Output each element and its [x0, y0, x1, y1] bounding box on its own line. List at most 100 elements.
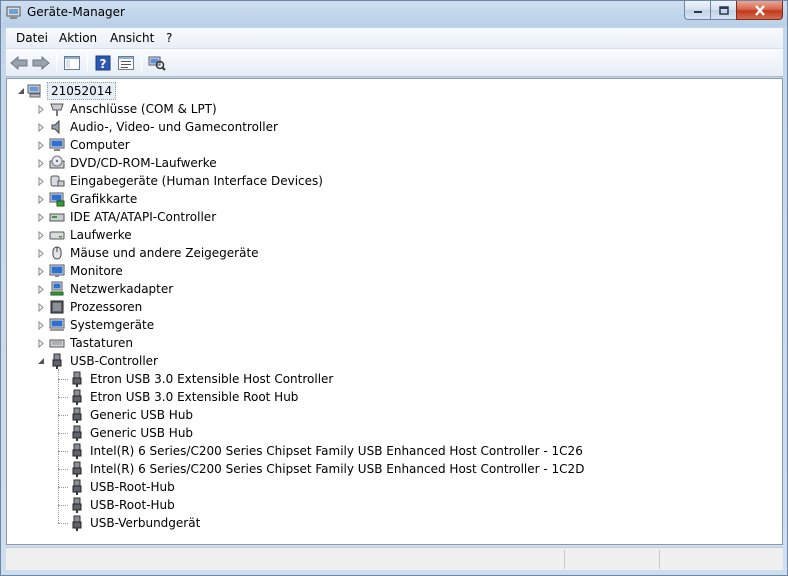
scan-hardware-button[interactable]	[147, 53, 167, 73]
maximize-button[interactable]	[710, 1, 737, 20]
tree-category[interactable]: Audio-, Video- und Gamecontroller	[49, 118, 279, 136]
collapsed-triangle-icon[interactable]	[37, 141, 46, 150]
scan-hardware-changes-icon	[148, 56, 166, 71]
usb-device[interactable]: USB-Verbundgerät	[69, 514, 201, 532]
usb-device-label: USB-Root-Hub	[90, 480, 175, 494]
tree-category[interactable]: Laufwerke	[49, 226, 133, 244]
close-button[interactable]	[736, 1, 783, 20]
menu-bar: Datei Aktion Ansicht ?	[6, 28, 783, 49]
dvd-drive-icon	[49, 155, 65, 169]
usb-device[interactable]: USB-Root-Hub	[69, 496, 176, 514]
tree-category-label: Mäuse und andere Zeigegeräte	[70, 246, 259, 260]
tree-category[interactable]: DVD/CD-ROM-Laufwerke	[49, 154, 218, 172]
usb-device[interactable]: Intel(R) 6 Series/C200 Series Chipset Fa…	[69, 442, 584, 460]
tree-connector	[58, 505, 68, 506]
collapsed-triangle-icon[interactable]	[37, 321, 46, 330]
usb-device[interactable]: Intel(R) 6 Series/C200 Series Chipset Fa…	[69, 460, 585, 478]
collapsed-triangle-icon[interactable]	[37, 267, 46, 276]
tree-category-label: Eingabegeräte (Human Interface Devices)	[70, 174, 323, 188]
collapsed-triangle-icon[interactable]	[37, 303, 46, 312]
close-icon	[754, 4, 765, 16]
display-adapter-icon	[49, 192, 65, 207]
device-manager-window: Geräte-Manager Datei Aktion Ansicht ? ?	[0, 0, 788, 576]
usb-device[interactable]: Generic USB Hub	[69, 406, 194, 424]
tree-category-label: Laufwerke	[70, 228, 132, 242]
collapsed-triangle-icon[interactable]	[37, 105, 46, 114]
usb-device[interactable]: Generic USB Hub	[69, 424, 194, 442]
disk-drive-icon	[49, 231, 65, 240]
minimize-button[interactable]	[684, 1, 711, 20]
monitor-icon	[49, 264, 65, 277]
tree-category[interactable]: Grafikkarte	[49, 190, 138, 208]
tree-category[interactable]: Anschlüsse (COM & LPT)	[49, 100, 218, 118]
help-icon: ?	[95, 55, 111, 71]
usb-controller-icon	[52, 353, 62, 369]
collapsed-triangle-icon[interactable]	[37, 249, 46, 258]
tree-category[interactable]: Netzwerkadapter	[49, 280, 174, 298]
tree-category[interactable]: Tastaturen	[49, 334, 134, 352]
menu-help[interactable]: ?	[164, 31, 174, 45]
tree-connector	[58, 487, 68, 488]
collapsed-triangle-icon[interactable]	[37, 339, 46, 348]
usb-device[interactable]: Etron USB 3.0 Extensible Host Controller	[69, 370, 334, 388]
tree-category-usb[interactable]: USB-Controller	[49, 352, 159, 370]
mouse-icon	[52, 246, 62, 260]
tree-connector	[58, 415, 68, 416]
tree-category[interactable]: Mäuse und andere Zeigegeräte	[49, 244, 260, 262]
usb-controller-icon	[72, 497, 82, 513]
collapsed-triangle-icon[interactable]	[37, 159, 46, 168]
menu-ansicht[interactable]: Ansicht	[108, 31, 156, 45]
title-bar[interactable]: Geräte-Manager	[1, 1, 787, 27]
hid-icon	[50, 175, 65, 187]
tree-category-label: Systemgeräte	[70, 318, 155, 332]
tree-category-label: DVD/CD-ROM-Laufwerke	[70, 156, 217, 170]
collapsed-triangle-icon[interactable]	[37, 177, 46, 186]
tree-root[interactable]: 21052014	[27, 82, 117, 100]
menu-datei[interactable]: Datei	[14, 31, 50, 45]
tree-category-label: Prozessoren	[70, 300, 143, 314]
tree-category-usb-label: USB-Controller	[70, 354, 158, 368]
show-hide-console-tree-icon	[64, 56, 80, 70]
usb-device-label: USB-Root-Hub	[90, 498, 175, 512]
usb-controller-icon	[72, 461, 82, 477]
menu-aktion[interactable]: Aktion	[57, 31, 99, 45]
tree-category[interactable]: Computer	[49, 136, 131, 154]
usb-device[interactable]: USB-Root-Hub	[69, 478, 176, 496]
usb-controller-icon	[72, 425, 82, 441]
tree-category-label: Computer	[70, 138, 130, 152]
usb-controller-icon	[72, 479, 82, 495]
processor-icon	[50, 300, 64, 314]
expanded-triangle-icon[interactable]	[17, 87, 26, 96]
usb-controller-icon	[72, 515, 82, 531]
usb-device-label: Etron USB 3.0 Extensible Root Hub	[90, 390, 299, 404]
tree-category-label: Grafikkarte	[70, 192, 138, 206]
back-button[interactable]	[9, 53, 29, 73]
forward-button[interactable]	[31, 53, 51, 73]
show-hide-tree-button[interactable]	[62, 53, 82, 73]
device-tree[interactable]: 21052014 Anschlüsse (COM & LPT) Audio-, Vi…	[6, 78, 783, 545]
tree-category[interactable]: IDE ATA/ATAPI-Controller	[49, 208, 217, 226]
status-bar	[6, 547, 783, 570]
tree-category[interactable]: Eingabegeräte (Human Interface Devices)	[49, 172, 324, 190]
svg-text:?: ?	[100, 57, 107, 71]
collapsed-triangle-icon[interactable]	[37, 195, 46, 204]
help-button[interactable]: ?	[93, 53, 113, 73]
usb-device[interactable]: Etron USB 3.0 Extensible Root Hub	[69, 388, 299, 406]
tree-category[interactable]: Prozessoren	[49, 298, 143, 316]
collapsed-triangle-icon[interactable]	[37, 213, 46, 222]
usb-device-label: USB-Verbundgerät	[90, 516, 201, 530]
collapsed-triangle-icon[interactable]	[37, 285, 46, 294]
tree-category[interactable]: Monitore	[49, 262, 124, 280]
tree-category[interactable]: Systemgeräte	[49, 316, 155, 334]
tree-category-label: IDE ATA/ATAPI-Controller	[70, 210, 217, 224]
properties-button[interactable]	[116, 53, 136, 73]
ide-controller-icon	[49, 213, 65, 222]
collapsed-triangle-icon[interactable]	[37, 231, 46, 240]
network-adapter-icon	[50, 281, 64, 296]
speaker-icon	[51, 119, 60, 135]
forward-arrow-icon	[32, 56, 50, 70]
expanded-triangle-icon[interactable]	[37, 357, 46, 366]
collapsed-triangle-icon[interactable]	[37, 123, 46, 132]
usb-device-label: Generic USB Hub	[90, 426, 194, 440]
tree-connector	[58, 469, 68, 470]
